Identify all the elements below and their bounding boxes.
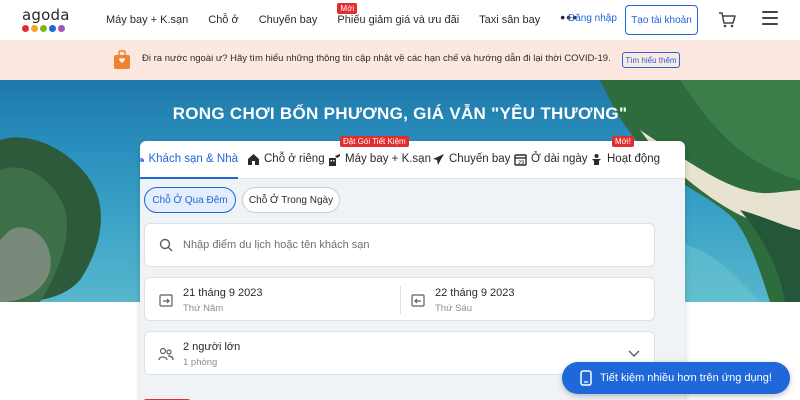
logo-dot <box>49 25 56 32</box>
nav-label: Máy bay + K.sạn <box>106 14 189 26</box>
new-badge: Mới! <box>612 136 634 147</box>
tab-flight-hotel[interactable]: Đặt Gói Tiết Kiệm Máy bay + K.sạn <box>328 136 431 177</box>
calendar-icon: 29 <box>514 153 527 166</box>
plane-icon <box>433 153 444 165</box>
logo-dot <box>58 25 65 32</box>
create-account-button[interactable]: Tạo tài khoản <box>625 5 698 35</box>
tab-label: Hoạt động <box>607 153 661 165</box>
logo-dots <box>22 25 70 32</box>
app-promo-button[interactable]: Tiết kiệm nhiều hơn trên ứng dụng! <box>562 362 790 394</box>
checkin-calendar-icon <box>159 294 173 307</box>
tab-label: Ở dài ngày <box>531 153 588 165</box>
product-tabs: Khách sạn & Nhà Chỗ ở riêng Đặt Gói Tiết… <box>140 136 685 179</box>
tab-private-stays[interactable]: Chỗ ở riêng <box>247 141 325 177</box>
tab-flights[interactable]: Chuyến bay <box>432 141 510 177</box>
covid-banner: Đi ra nước ngoài ư? Hãy tìm hiểu những t… <box>0 40 800 80</box>
checkin-weekday: Thứ Năm <box>183 303 224 314</box>
top-header: agoda Máy bay + K.sạn Chỗ ở Chuyến bay M… <box>0 0 800 40</box>
nav-label: Chỗ ở <box>208 14 239 26</box>
hamburger-menu-icon[interactable] <box>762 11 778 27</box>
svg-text:29: 29 <box>518 160 524 166</box>
destination-search-input[interactable]: Nhập điểm du lịch hoặc tên khách sạn <box>144 223 655 267</box>
tab-label: Khách sạn & Nhà <box>148 153 238 165</box>
login-link[interactable]: Đăng nhập <box>568 13 617 24</box>
tab-hotels-homes[interactable]: Khách sạn & Nhà <box>140 141 238 179</box>
learn-more-button[interactable]: Tìm hiểu thêm <box>622 52 680 68</box>
checkout-date[interactable]: 22 tháng 9 2023 Thứ Sáu <box>401 278 656 322</box>
agoda-logo[interactable]: agoda <box>22 6 70 34</box>
logo-dot <box>31 25 38 32</box>
search-icon <box>159 238 173 252</box>
activity-icon <box>592 153 601 165</box>
nav-item-airport-taxi[interactable]: Taxi sân bay <box>479 14 540 26</box>
tab-label: Chuyến bay <box>449 153 511 165</box>
overnight-stay-toggle[interactable]: Chỗ Ở Qua Đêm <box>144 187 236 213</box>
logo-dot <box>40 25 47 32</box>
nav-label: Phiếu giảm giá và ưu đãi <box>337 14 460 26</box>
covid-banner-text: Đi ra nước ngoài ư? Hãy tìm hiểu những t… <box>142 53 611 64</box>
nav-item-flight-hotel[interactable]: Máy bay + K.sạn <box>106 14 188 26</box>
flight-hotel-icon <box>329 153 340 166</box>
logo-text: agoda <box>22 6 70 24</box>
cart-icon[interactable] <box>718 11 736 29</box>
logo-dot <box>22 25 29 32</box>
checkout-weekday: Thứ Sáu <box>435 303 472 314</box>
tab-activities[interactable]: Mới! Hoạt động <box>590 136 661 177</box>
adults-count: 2 người lớn <box>183 341 241 353</box>
save-package-badge: Đặt Gói Tiết Kiệm <box>340 136 409 147</box>
search-placeholder: Nhập điểm du lịch hoặc tên khách sạn <box>183 239 370 251</box>
checkout-date-value: 22 tháng 9 2023 <box>435 287 515 299</box>
app-promo-text: Tiết kiệm nhiều hơn trên ứng dụng! <box>600 372 772 384</box>
rooms-count: 1 phòng <box>183 357 218 368</box>
checkin-date[interactable]: 21 tháng 9 2023 Thứ Năm <box>145 278 400 322</box>
nav-item-accommodation[interactable]: Chỗ ở <box>208 14 238 26</box>
nav-item-flights[interactable]: Chuyến bay <box>259 14 318 26</box>
nav-label: Taxi sân bay <box>479 14 541 26</box>
nav-item-coupons[interactable]: Mới Phiếu giảm giá và ưu đãi <box>337 3 460 26</box>
suitcase-icon <box>114 50 130 69</box>
main-nav: Máy bay + K.sạn Chỗ ở Chuyến bay Mới Phi… <box>106 0 578 40</box>
day-use-stay-toggle[interactable]: Chỗ Ở Trong Ngày <box>242 187 340 213</box>
chevron-down-icon <box>628 350 640 357</box>
date-picker[interactable]: 21 tháng 9 2023 Thứ Năm 22 tháng 9 2023 … <box>144 277 655 321</box>
tab-long-stays[interactable]: 29 Ở dài ngày <box>514 141 588 177</box>
phone-icon <box>580 370 592 386</box>
checkout-calendar-icon <box>411 294 425 307</box>
nav-label: Chuyến bay <box>258 14 318 26</box>
tab-label: Chỗ ở riêng <box>264 153 325 165</box>
guests-icon <box>158 347 174 361</box>
tab-label: Máy bay + K.sạn <box>345 153 431 165</box>
building-icon <box>140 157 145 162</box>
hero-title: RONG CHƠI BỐN PHƯƠNG, GIÁ VẪN "YÊU THƯƠN… <box>172 104 628 123</box>
house-icon <box>248 153 259 165</box>
new-badge: Mới <box>337 3 358 14</box>
checkin-date-value: 21 tháng 9 2023 <box>183 287 263 299</box>
